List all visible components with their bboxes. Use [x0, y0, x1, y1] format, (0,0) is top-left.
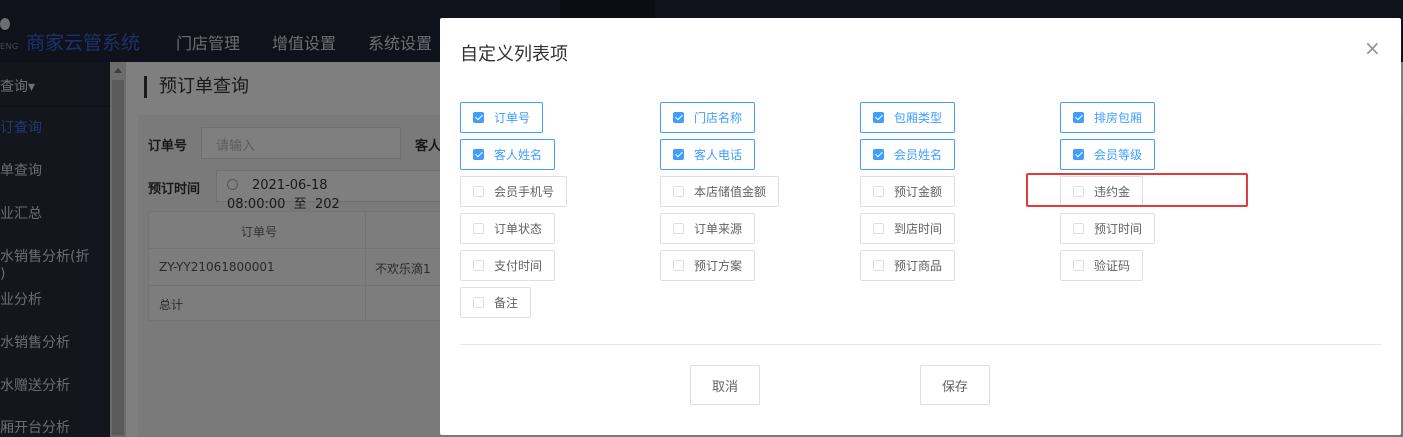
checkbox-icon[interactable] — [873, 149, 884, 160]
column-option-reserve-plan[interactable]: 预订方案 — [660, 250, 756, 281]
checkbox-icon[interactable] — [873, 112, 884, 123]
checkbox-icon[interactable] — [473, 297, 484, 308]
column-option-order-status[interactable]: 订单状态 — [460, 213, 556, 244]
checkbox-icon[interactable] — [1073, 223, 1084, 234]
checkbox-icon[interactable] — [1073, 149, 1084, 160]
checkbox-icon[interactable] — [1073, 260, 1084, 271]
checkbox-icon[interactable] — [673, 186, 684, 197]
dialog-title: 自定义列表项 — [460, 44, 568, 65]
column-option-order-source[interactable]: 订单来源 — [660, 213, 756, 244]
checkbox-icon[interactable] — [473, 260, 484, 271]
option-label: 订单来源 — [694, 222, 743, 236]
dialog-divider — [460, 344, 1381, 345]
option-label: 支付时间 — [494, 259, 543, 273]
column-option-stored-value[interactable]: 本店储值金额 — [660, 176, 780, 207]
option-label: 客人姓名 — [494, 148, 543, 162]
checkbox-icon[interactable] — [473, 223, 484, 234]
checkbox-icon[interactable] — [673, 260, 684, 271]
column-option-verify-code[interactable]: 验证码 — [1060, 250, 1144, 281]
option-label: 订单状态 — [494, 222, 543, 236]
column-option-assigned-room[interactable]: 排房包厢 — [1060, 102, 1156, 133]
option-label: 本店储值金额 — [694, 185, 767, 199]
option-label: 备注 — [494, 296, 519, 310]
column-option-member-phone[interactable]: 会员手机号 — [460, 176, 568, 207]
option-label: 到店时间 — [894, 222, 943, 236]
option-label: 门店名称 — [694, 111, 743, 125]
option-label: 预订商品 — [894, 259, 943, 273]
column-option-arrival-time[interactable]: 到店时间 — [860, 213, 956, 244]
option-label: 订单号 — [494, 111, 531, 125]
column-option-member-name[interactable]: 会员姓名 — [860, 139, 956, 170]
option-label: 客人电话 — [694, 148, 743, 162]
save-button[interactable]: 保存 — [920, 365, 990, 405]
column-option-member-level[interactable]: 会员等级 — [1060, 139, 1156, 170]
checkbox-icon[interactable] — [873, 223, 884, 234]
column-option-payment-time[interactable]: 支付时间 — [460, 250, 556, 281]
cancel-button[interactable]: 取消 — [690, 365, 760, 405]
checkbox-icon[interactable] — [473, 186, 484, 197]
checkbox-icon[interactable] — [473, 112, 484, 123]
highlight-box — [1026, 173, 1248, 207]
option-label: 包厢类型 — [894, 111, 943, 125]
option-label: 排房包厢 — [1094, 111, 1143, 125]
column-option-deposit-amount[interactable]: 预订金额 — [860, 176, 956, 207]
checkbox-icon[interactable] — [473, 149, 484, 160]
checkbox-icon[interactable] — [673, 112, 684, 123]
column-option-guest-phone[interactable]: 客人电话 — [660, 139, 756, 170]
checkbox-icon[interactable] — [673, 223, 684, 234]
column-option-room-type[interactable]: 包厢类型 — [860, 102, 956, 133]
column-option-guest-name[interactable]: 客人姓名 — [460, 139, 556, 170]
option-label: 验证码 — [1094, 259, 1131, 273]
column-option-order-no[interactable]: 订单号 — [460, 102, 544, 133]
checkbox-icon[interactable] — [873, 260, 884, 271]
column-option-reserve-goods[interactable]: 预订商品 — [860, 250, 956, 281]
column-option-remark[interactable]: 备注 — [460, 287, 532, 318]
option-label: 会员等级 — [1094, 148, 1143, 162]
close-icon[interactable]: × — [1364, 38, 1381, 58]
option-label: 预订方案 — [694, 259, 743, 273]
custom-columns-dialog: 自定义列表项 × 订单号 门店名称 包厢类型 排房包厢 客人姓名 客人电话 会员… — [440, 18, 1401, 435]
option-label: 预订金额 — [894, 185, 943, 199]
column-option-reserve-time[interactable]: 预订时间 — [1060, 213, 1156, 244]
column-option-store-name[interactable]: 门店名称 — [660, 102, 756, 133]
checkbox-icon[interactable] — [673, 149, 684, 160]
checkbox-icon[interactable] — [1073, 112, 1084, 123]
option-label: 会员手机号 — [494, 185, 555, 199]
checkbox-icon[interactable] — [873, 186, 884, 197]
option-label: 预订时间 — [1094, 222, 1143, 236]
option-label: 会员姓名 — [894, 148, 943, 162]
